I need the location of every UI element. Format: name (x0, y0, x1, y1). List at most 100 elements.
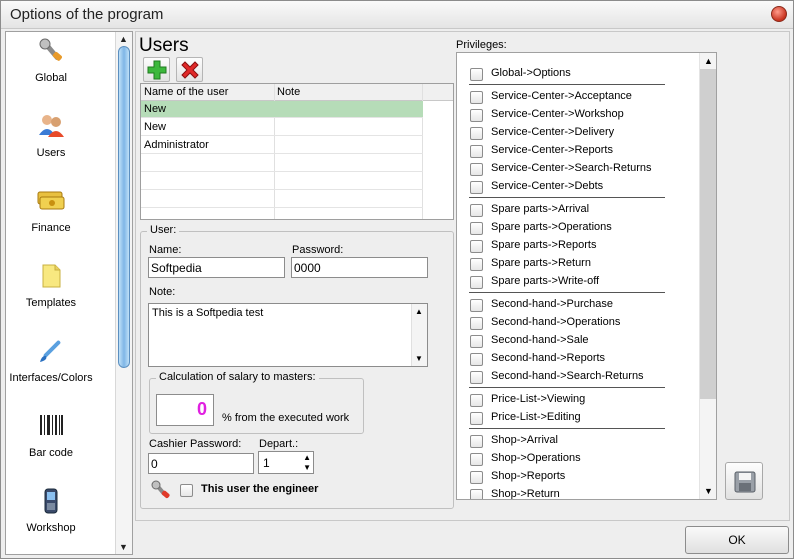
privilege-item[interactable]: Spare parts->Operations (457, 219, 697, 237)
privilege-item[interactable]: Second-hand->Reports (457, 350, 697, 368)
privilege-item[interactable]: Shop->Operations (457, 450, 697, 468)
spin-down-icon[interactable]: ▼ (303, 463, 311, 473)
privilege-checkbox[interactable] (470, 222, 483, 235)
sidebar-item-workshop[interactable]: Workshop (6, 484, 114, 554)
privilege-item[interactable]: Service-Center->Debts (457, 178, 697, 196)
privilege-item[interactable]: Service-Center->Acceptance (457, 88, 697, 106)
table-row[interactable]: New (141, 101, 423, 118)
password-label: Password: (292, 244, 344, 256)
privilege-checkbox[interactable] (470, 394, 483, 407)
privilege-item[interactable]: Shop->Return (457, 486, 697, 499)
sidebar-item-bar-code[interactable]: Bar code (6, 409, 114, 481)
privilege-checkbox[interactable] (470, 91, 483, 104)
privilege-label: Shop->Operations (491, 452, 581, 464)
privilege-item[interactable]: Price-List->Viewing (457, 391, 697, 409)
privilege-item[interactable]: Second-hand->Purchase (457, 296, 697, 314)
privilege-checkbox[interactable] (470, 163, 483, 176)
save-button[interactable] (725, 462, 763, 500)
column-header-name[interactable]: Name of the user (144, 86, 228, 98)
privilege-item[interactable]: Price-List->Editing (457, 409, 697, 427)
note-scrollbar[interactable]: ▲ ▼ (411, 304, 427, 366)
privilege-item[interactable]: Spare parts->Reports (457, 237, 697, 255)
sidebar-item-users[interactable]: Users (6, 109, 114, 181)
privilege-item[interactable]: Spare parts->Arrival (457, 201, 697, 219)
privilege-label: Service-Center->Workshop (491, 108, 624, 120)
privilege-checkbox[interactable] (470, 371, 483, 384)
privilege-checkbox[interactable] (470, 317, 483, 330)
privilege-item[interactable]: Second-hand->Operations (457, 314, 697, 332)
sidebar-scrollbar[interactable]: ▲ ▼ (115, 32, 132, 554)
privilege-checkbox[interactable] (470, 127, 483, 140)
privileges-group-separator (469, 428, 665, 429)
engineer-checkbox[interactable] (180, 484, 193, 497)
privileges-scroll-thumb[interactable] (700, 69, 716, 399)
delete-user-button[interactable] (176, 57, 203, 82)
privilege-checkbox[interactable] (470, 276, 483, 289)
privilege-checkbox[interactable] (470, 335, 483, 348)
sidebar-item-templates[interactable]: Templates (6, 259, 114, 331)
table-row[interactable]: Administrator (141, 137, 423, 154)
privilege-checkbox[interactable] (470, 489, 483, 499)
add-user-button[interactable] (143, 57, 170, 82)
privilege-item[interactable]: Service-Center->Reports (457, 142, 697, 160)
privilege-checkbox[interactable] (470, 435, 483, 448)
privilege-checkbox[interactable] (470, 145, 483, 158)
privilege-item[interactable]: Service-Center->Search-Returns (457, 160, 697, 178)
privileges-label: Privileges: (456, 39, 507, 51)
scroll-down-icon[interactable]: ▼ (415, 354, 423, 363)
depart-spinner[interactable]: 1 ▲ ▼ (258, 451, 314, 474)
floppy-disk-icon (734, 471, 756, 493)
table-row[interactable]: New (141, 119, 423, 136)
engineer-tools-icon (151, 480, 170, 499)
privilege-item[interactable]: Service-Center->Delivery (457, 124, 697, 142)
scroll-down-icon[interactable]: ▼ (704, 486, 713, 496)
privilege-item[interactable]: Shop->Arrival (457, 432, 697, 450)
scroll-up-icon[interactable]: ▲ (119, 34, 128, 44)
privilege-checkbox[interactable] (470, 412, 483, 425)
privilege-checkbox[interactable] (470, 181, 483, 194)
scroll-up-icon[interactable]: ▲ (415, 307, 423, 316)
salary-percent-input[interactable]: 0 (156, 394, 214, 426)
sidebar-item-interfaces-colors[interactable]: Interfaces/Colors (6, 334, 114, 406)
privileges-scrollbar[interactable]: ▲ ▼ (699, 53, 716, 499)
privilege-checkbox[interactable] (470, 258, 483, 271)
note-textarea[interactable]: This is a Softpedia test ▲ ▼ (148, 303, 428, 367)
sidebar-scroll-thumb[interactable] (118, 46, 130, 368)
privilege-checkbox[interactable] (470, 471, 483, 484)
privilege-item[interactable]: Second-hand->Sale (457, 332, 697, 350)
brush-icon (40, 340, 61, 362)
spin-up-icon[interactable]: ▲ (303, 453, 311, 463)
privileges-group-separator (469, 387, 665, 388)
scroll-up-icon[interactable]: ▲ (704, 56, 713, 66)
privilege-item[interactable]: Spare parts->Return (457, 255, 697, 273)
privilege-item[interactable]: Shop->Reports (457, 468, 697, 486)
sidebar-item-finance[interactable]: Finance (6, 184, 114, 256)
privilege-item[interactable]: Service-Center->Workshop (457, 106, 697, 124)
spinner-arrows[interactable]: ▲ ▼ (303, 453, 311, 473)
ok-button[interactable]: OK (685, 526, 789, 554)
sidebar-item-label: Global (35, 72, 67, 84)
depart-value: 1 (263, 456, 270, 470)
privilege-checkbox[interactable] (470, 353, 483, 366)
privilege-checkbox[interactable] (470, 204, 483, 217)
close-window-button[interactable] (771, 6, 787, 22)
password-input[interactable] (291, 257, 428, 278)
name-input[interactable] (148, 257, 285, 278)
privilege-item[interactable]: Second-hand->Search-Returns (457, 368, 697, 386)
privileges-group-separator (469, 292, 665, 293)
sidebar-item-global[interactable]: Global (6, 34, 114, 106)
scroll-down-icon[interactable]: ▼ (119, 542, 128, 552)
privilege-label: Second-hand->Purchase (491, 298, 613, 310)
privilege-label: Service-Center->Delivery (491, 126, 615, 138)
privilege-checkbox[interactable] (470, 68, 483, 81)
user-name-cell: New (144, 103, 167, 115)
privilege-checkbox[interactable] (470, 299, 483, 312)
privilege-checkbox[interactable] (470, 109, 483, 122)
cashier-password-input[interactable] (148, 453, 254, 474)
privilege-item[interactable]: Global->Options (457, 65, 697, 83)
column-header-note[interactable]: Note (277, 86, 300, 98)
privilege-item[interactable]: Spare parts->Write-off (457, 273, 697, 291)
privilege-checkbox[interactable] (470, 240, 483, 253)
table-header: Name of the user Note (141, 84, 453, 101)
privilege-checkbox[interactable] (470, 453, 483, 466)
